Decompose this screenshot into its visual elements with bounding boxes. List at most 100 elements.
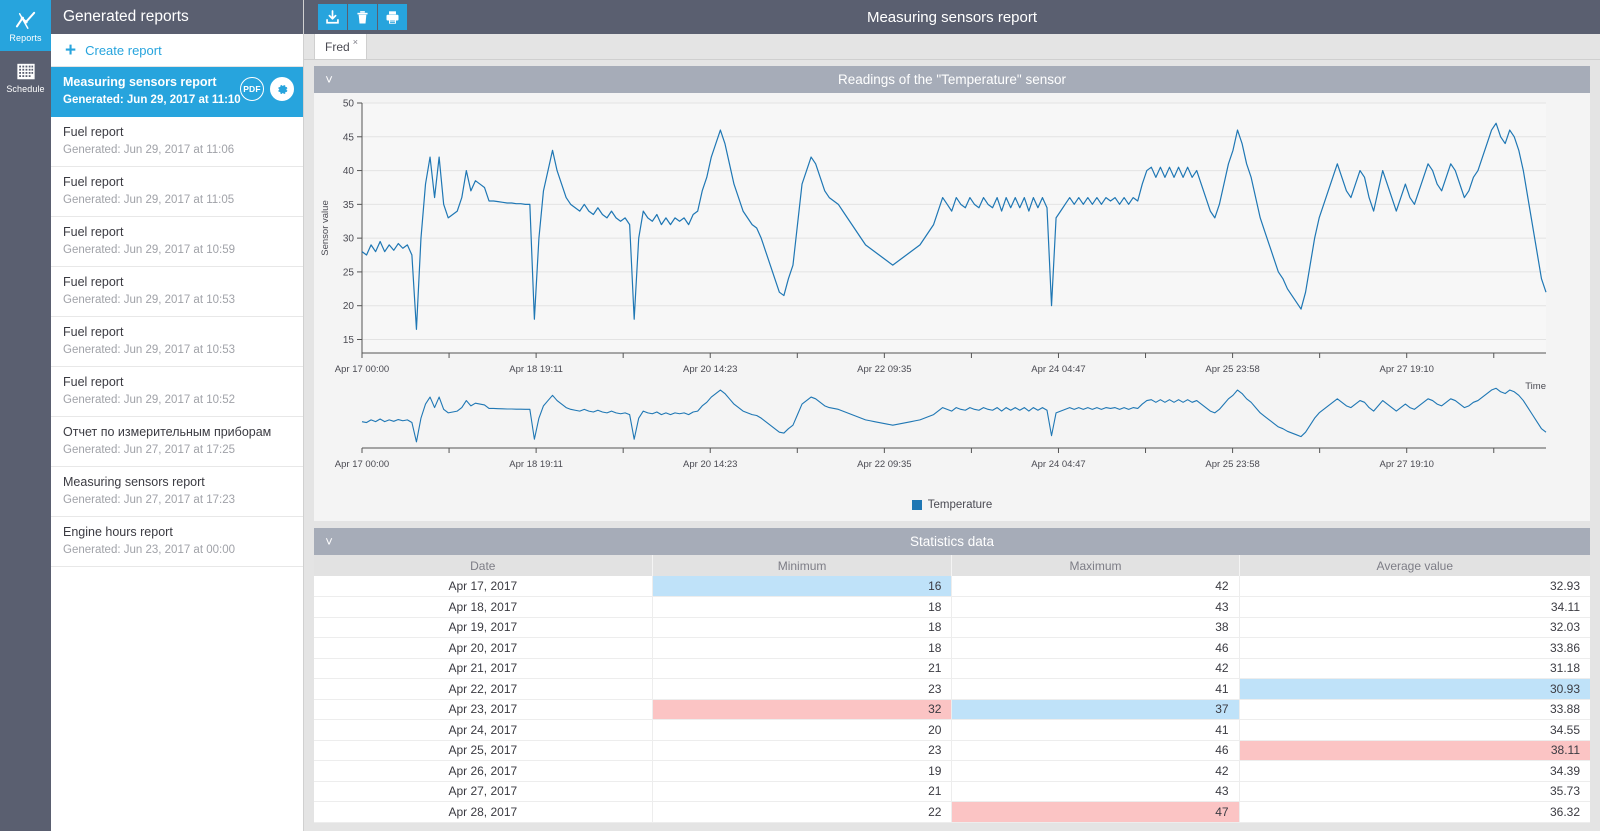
chart-panel-title: Readings of the "Temperature" sensor xyxy=(838,72,1066,87)
table-row[interactable]: Apr 17, 2017 16 42 32.93 xyxy=(314,576,1590,597)
chart-body: 15 20 25 30 35 40 45 50 Sensor value Apr 17 00:00… xyxy=(314,93,1590,521)
svg-text:35: 35 xyxy=(343,200,355,211)
table-cell-avg: 35.73 xyxy=(1239,781,1590,802)
table-row[interactable]: Apr 22, 2017 23 41 30.93 xyxy=(314,678,1590,700)
plus-icon: + xyxy=(65,39,77,61)
table-cell-date: Apr 21, 2017 xyxy=(314,658,653,679)
svg-text:20: 20 xyxy=(343,301,355,312)
table-cell-avg: 32.03 xyxy=(1239,617,1590,638)
gear-icon[interactable] xyxy=(270,77,294,101)
page-title: Measuring sensors report xyxy=(866,8,1038,26)
table-column-header[interactable]: Minimum xyxy=(652,555,953,576)
report-list-item[interactable]: Отчет по измерительным приборам Generated… xyxy=(51,417,303,467)
delete-button[interactable] xyxy=(348,4,377,30)
table-column-header[interactable]: Maximum xyxy=(951,555,1240,576)
table-cell-min: 18 xyxy=(652,596,953,618)
report-list-item[interactable]: Fuel report Generated: Jun 29, 2017 at 10… xyxy=(51,217,303,267)
table-cell-avg: 38.11 xyxy=(1239,740,1590,761)
table-column-header[interactable]: Date xyxy=(314,555,653,576)
chart-line-icon xyxy=(15,11,35,29)
table-cell-min: 32 xyxy=(652,699,953,720)
table-cell-min: 23 xyxy=(652,740,953,761)
report-item-generated: Generated: Jun 23, 2017 at 00:00 xyxy=(63,544,235,556)
report-item-title: Отчет по измерительным приборам xyxy=(63,425,272,439)
table-row[interactable]: Apr 21, 2017 21 42 31.18 xyxy=(314,658,1590,679)
report-item-title: Fuel report xyxy=(63,325,124,339)
table-cell-min: 21 xyxy=(652,658,953,679)
table-row[interactable]: Apr 23, 2017 32 37 33.88 xyxy=(314,699,1590,720)
table-row[interactable]: Apr 24, 2017 20 41 34.55 xyxy=(314,719,1590,741)
table-row[interactable]: Apr 25, 2017 23 46 38.11 xyxy=(314,740,1590,761)
table-row[interactable]: Apr 26, 2017 19 42 34.39 xyxy=(314,760,1590,782)
rail-item-reports-label: Reports xyxy=(9,33,42,43)
report-item-actions: PDF xyxy=(240,77,294,101)
table-column-header[interactable]: Average value xyxy=(1239,555,1590,576)
calendar-grid-icon xyxy=(16,63,35,80)
report-list-item[interactable]: Measuring sensors report Generated: Jun 2… xyxy=(51,67,303,117)
table-cell-max: 42 xyxy=(951,760,1240,782)
table-cell-min: 20 xyxy=(652,719,953,741)
table-cell-max: 47 xyxy=(951,801,1240,823)
report-item-title: Fuel report xyxy=(63,375,124,389)
svg-text:15: 15 xyxy=(343,335,355,346)
table-cell-date: Apr 27, 2017 xyxy=(314,781,653,802)
table-cell-date: Apr 24, 2017 xyxy=(314,719,653,741)
table-cell-date: Apr 20, 2017 xyxy=(314,637,653,659)
rail-item-reports[interactable]: Reports xyxy=(0,0,51,51)
table-row[interactable]: Apr 28, 2017 22 47 36.32 xyxy=(314,801,1590,823)
table-cell-avg: 31.18 xyxy=(1239,658,1590,679)
table-cell-min: 16 xyxy=(652,576,953,597)
table-cell-min: 21 xyxy=(652,781,953,802)
svg-text:Apr 17 00:00: Apr 17 00:00 xyxy=(335,459,389,470)
table-header-row: Date Minimum Maximum Average value xyxy=(314,555,1590,576)
print-button[interactable] xyxy=(378,4,407,30)
table-row[interactable]: Apr 18, 2017 18 43 34.11 xyxy=(314,596,1590,618)
report-list-item[interactable]: Fuel report Generated: Jun 29, 2017 at 10… xyxy=(51,317,303,367)
table-cell-date: Apr 19, 2017 xyxy=(314,617,653,638)
generated-reports-list[interactable]: Measuring sensors report Generated: Jun 2… xyxy=(51,67,303,831)
close-icon[interactable]: × xyxy=(353,37,358,47)
export-download-button[interactable] xyxy=(318,4,347,30)
report-item-generated: Generated: Jun 27, 2017 at 17:23 xyxy=(63,494,235,506)
table-body: Apr 17, 2017 16 42 32.93 Apr 18, 2017 18 43 34.… xyxy=(314,576,1590,823)
report-list-item[interactable]: Fuel report Generated: Jun 29, 2017 at 11… xyxy=(51,167,303,217)
report-item-generated: Generated: Jun 29, 2017 at 11:06 xyxy=(63,144,235,156)
svg-text:Sensor value: Sensor value xyxy=(320,200,331,255)
report-item-title: Fuel report xyxy=(63,275,124,289)
report-list-item[interactable]: Measuring sensors report Generated: Jun 2… xyxy=(51,467,303,517)
chevron-down-icon[interactable]: ˅ xyxy=(314,534,344,549)
report-list-item[interactable]: Fuel report Generated: Jun 29, 2017 at 10… xyxy=(51,367,303,417)
svg-text:Apr 24 04:47: Apr 24 04:47 xyxy=(1031,459,1085,470)
table-row[interactable]: Apr 27, 2017 21 43 35.73 xyxy=(314,781,1590,802)
svg-text:45: 45 xyxy=(343,132,355,143)
table-cell-max: 43 xyxy=(951,596,1240,618)
temperature-chart[interactable]: 15 20 25 30 35 40 45 50 Sensor value Apr 17 00:00… xyxy=(314,93,1552,488)
chevron-down-icon[interactable]: ˅ xyxy=(314,72,344,87)
report-item-generated: Generated: Jun 29, 2017 at 10:59 xyxy=(63,244,235,256)
svg-text:Apr 20 14:23: Apr 20 14:23 xyxy=(683,364,737,375)
report-list-item[interactable]: Fuel report Generated: Jun 29, 2017 at 10… xyxy=(51,267,303,317)
statistics-table: Date Minimum Maximum Average value Apr 17, … xyxy=(314,555,1590,823)
table-row[interactable]: Apr 20, 2017 18 46 33.86 xyxy=(314,637,1590,659)
table-cell-avg: 32.93 xyxy=(1239,576,1590,597)
svg-text:Apr 18 19:11: Apr 18 19:11 xyxy=(509,459,563,470)
pdf-icon[interactable]: PDF xyxy=(240,77,264,101)
table-cell-date: Apr 23, 2017 xyxy=(314,699,653,720)
svg-text:Apr 18 19:11: Apr 18 19:11 xyxy=(509,364,563,375)
table-cell-avg: 36.32 xyxy=(1239,801,1590,823)
chart-legend: Temperature xyxy=(314,493,1590,521)
table-cell-date: Apr 17, 2017 xyxy=(314,576,653,597)
table-cell-min: 22 xyxy=(652,801,953,823)
report-list-item[interactable]: Fuel report Generated: Jun 29, 2017 at 11… xyxy=(51,117,303,167)
sidebar-title: Generated reports xyxy=(51,0,303,34)
tab-fred[interactable]: Fred × xyxy=(314,33,367,59)
report-item-title: Fuel report xyxy=(63,175,124,189)
rail-item-schedule[interactable]: Schedule xyxy=(0,51,51,102)
report-list-item[interactable]: Engine hours report Generated: Jun 23, 20… xyxy=(51,517,303,567)
app-root: Reports Schedule Generated reports + Cre… xyxy=(0,0,1600,831)
report-item-title: Measuring sensors report xyxy=(63,475,205,489)
table-cell-date: Apr 22, 2017 xyxy=(314,678,653,700)
table-row[interactable]: Apr 19, 2017 18 38 32.03 xyxy=(314,617,1590,638)
svg-text:Apr 22 09:35: Apr 22 09:35 xyxy=(857,364,911,375)
create-report-button[interactable]: + Create report xyxy=(51,34,303,67)
